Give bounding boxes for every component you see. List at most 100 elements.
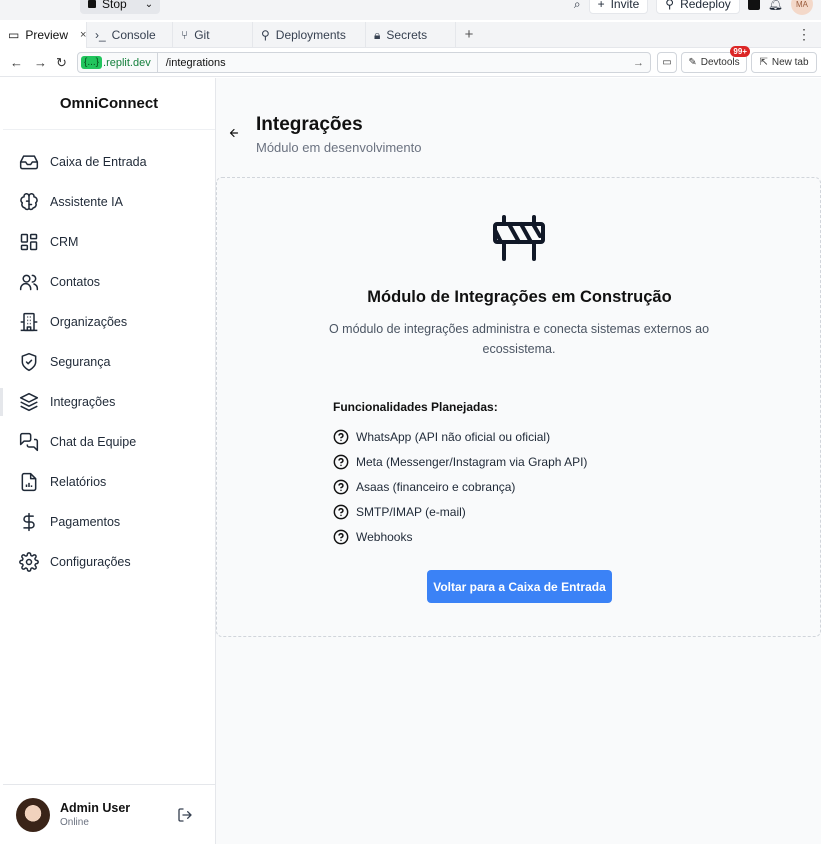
invite-label: Invite [610,0,640,11]
top-actions: ⌕ + Invite ⚲ Redeploy 🔔︎ MA [574,0,813,15]
sidebar-item-seguranca[interactable]: Segurança [3,342,215,382]
page-title: Integrações [256,114,363,135]
git-icon: ⑂ [181,28,189,42]
features-list: WhatsApp (API não oficial ou oficial) Me… [333,424,587,549]
card-description: O módulo de integrações administra e con… [328,322,710,356]
url-path: /integrations [165,56,226,69]
tab-git[interactable]: ⑂ Git [173,22,253,48]
features-title: Funcionalidades Planejadas: [333,400,498,414]
list-item: Webhooks [333,524,587,549]
search-icon[interactable]: ⌕ [574,0,581,12]
sidebar-nav: Caixa de Entrada Assistente IA CRM Conta… [0,142,215,582]
layout-icon[interactable] [747,0,760,10]
deploy-icon: ⚲ [261,28,270,42]
sidebar-item-contatos[interactable]: Contatos [3,262,215,302]
sidebar-item-relatorios[interactable]: Relatórios [3,462,215,502]
feature-label: SMTP/IMAP (e-mail) [356,504,466,519]
tab-preview[interactable]: ▭ Preview × [0,22,87,48]
new-tab-button[interactable]: ⇱ New tab [751,52,817,73]
help-circle-icon [333,479,349,494]
bell-icon[interactable]: 🔔︎ [768,0,783,11]
back-arrow-icon[interactable] [228,127,240,139]
feature-label: WhatsApp (API não oficial ou oficial) [356,429,551,444]
sidebar-item-chat-da-equipe[interactable]: Chat da Equipe [3,422,215,462]
feature-label: Webhooks [356,529,413,544]
sidebar-item-label: Organizações [50,315,128,329]
external-link-icon: ⇱ [759,57,768,68]
replit-top-bar: Stop ⌄ ⌕ + Invite ⚲ Redeploy 🔔︎ MA [0,0,821,20]
tab-console[interactable]: ›_ Console [87,22,173,48]
preview-url-bar: ← → ↻ {...} .replit.dev /integrations → … [0,46,821,77]
go-arrow-icon[interactable]: → [633,57,644,69]
reload-icon[interactable]: ↻ [56,55,67,71]
app-logo[interactable]: OmniConnect [3,78,215,130]
tab-label: Preview [25,28,69,42]
notification-badge: 99+ [730,46,750,57]
deploy-icon: ⚲ [665,0,675,11]
sidebar-item-caixa-de-entrada[interactable]: Caixa de Entrada [3,142,215,182]
user-profile: Admin User Online [3,784,215,844]
more-icon[interactable]: ⋮ [797,26,811,43]
feature-label: Asaas (financeiro e cobrança) [356,479,516,494]
devtools-label: Devtools [700,57,740,68]
sidebar-item-crm[interactable]: CRM [3,222,215,262]
lock-icon: 🔒︎ [374,27,381,42]
sidebar: OmniConnect Caixa de Entrada Assistente … [0,78,216,844]
sidebar-item-configuracoes[interactable]: Configurações [3,542,215,582]
sidebar-item-assistente-ia[interactable]: Assistente IA [3,182,215,222]
report-icon [21,472,37,492]
stop-button[interactable]: Stop ⌄ [80,0,160,14]
logout-icon[interactable] [177,807,193,823]
tab-label: Console [111,28,156,42]
dollar-icon [23,512,35,532]
settings-icon [19,552,39,572]
tab-secrets[interactable]: 🔒︎ Secrets [366,22,456,48]
forward-icon[interactable]: → [34,55,47,70]
redeploy-label: Redeploy [680,0,731,11]
redeploy-button[interactable]: ⚲ Redeploy [656,0,740,14]
close-icon[interactable]: × [80,29,86,41]
monitor-icon: ▭ [662,57,672,68]
chevron-down-icon[interactable]: ⌄ [145,0,153,10]
sidebar-item-label: Segurança [50,355,111,369]
stop-label: Stop [102,0,127,11]
devtools-button[interactable]: ✎ Devtools 99+ [681,46,750,73]
url-domain: .replit.dev [103,53,158,72]
sidebar-item-organizacoes[interactable]: Organizações [3,302,215,342]
avatar[interactable] [16,797,50,832]
terminal-icon: ›_ [95,28,106,42]
workspace-tabs: ▭ Preview × ›_ Console ⑂ Git ⚲ Deploymen… [0,22,821,48]
add-tab-button[interactable]: + [456,22,482,47]
sidebar-item-label: Assistente IA [50,195,123,209]
inbox-icon [19,155,39,170]
construction-card: Módulo de Integrações em Construção O mó… [216,177,821,637]
tab-deployments[interactable]: ⚲ Deployments [253,22,366,48]
list-item: SMTP/IMAP (e-mail) [333,499,587,524]
device-preview-button[interactable]: ▭ [657,52,677,73]
sidebar-item-label: Pagamentos [50,515,121,529]
users-icon [19,274,39,291]
account-avatar[interactable]: MA [791,0,813,15]
list-item: WhatsApp (API não oficial ou oficial) [333,424,587,449]
main-content: Integrações Módulo em desenvolvimento Mó… [216,78,821,844]
brain-icon [20,192,38,211]
shield-check-icon [21,352,37,372]
sidebar-item-integracoes[interactable]: Integrações [0,382,215,422]
feature-label: Meta (Messenger/Instagram via Graph API) [356,454,588,469]
sidebar-item-pagamentos[interactable]: Pagamentos [3,502,215,542]
sidebar-item-label: Caixa de Entrada [50,155,147,169]
building-icon [20,312,38,332]
sidebar-item-label: Integrações [50,395,116,409]
back-to-inbox-button[interactable]: Voltar para a Caixa de Entrada [427,570,612,603]
layout-grid-icon [20,233,38,251]
sidebar-item-label: Contatos [50,275,101,289]
domain-badge: {...} [81,56,103,69]
card-title: Módulo de Integrações em Construção [367,288,672,306]
invite-button[interactable]: + Invite [588,0,649,14]
list-item: Asaas (financeiro e cobrança) [333,474,587,499]
back-icon[interactable]: ← [10,55,23,70]
help-circle-icon [333,504,349,519]
user-name: Admin User [60,801,131,815]
add-user-icon: + [597,0,605,11]
url-input[interactable]: {...} .replit.dev /integrations → [77,52,651,73]
